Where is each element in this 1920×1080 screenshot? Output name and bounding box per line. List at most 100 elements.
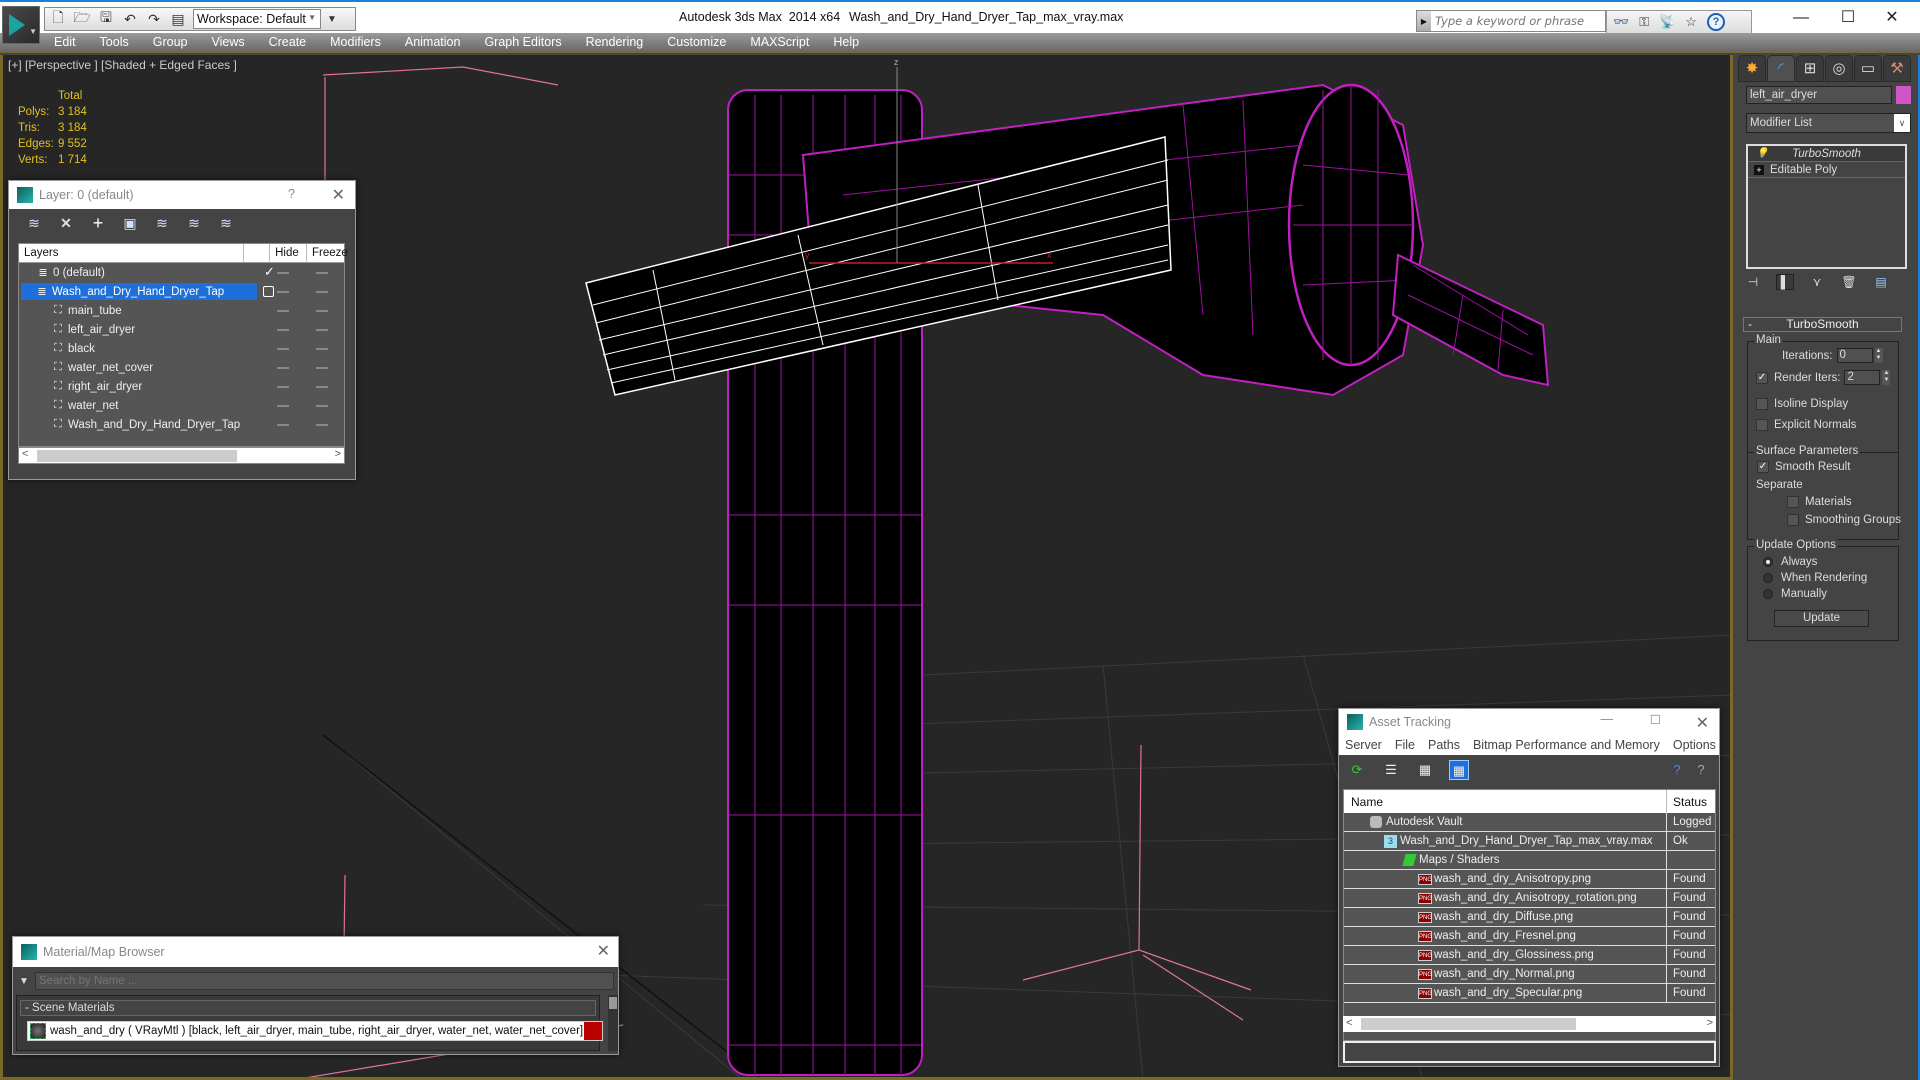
binoculars-icon[interactable]: 👓 <box>1613 14 1629 30</box>
star-icon[interactable]: ☆ <box>1685 14 1697 30</box>
menu-file[interactable]: File <box>1395 738 1415 752</box>
render-iters-input[interactable]: 2 <box>1844 370 1881 385</box>
menu-tools[interactable]: Tools <box>100 35 129 49</box>
hide-toggle[interactable] <box>277 310 289 312</box>
isoline-display-checkbox[interactable] <box>1756 398 1768 410</box>
menu-animation[interactable]: Animation <box>405 35 461 49</box>
hide-toggle[interactable] <box>277 405 289 407</box>
freeze-toggle[interactable] <box>316 310 328 312</box>
materials-checkbox[interactable] <box>1787 496 1799 508</box>
close-button[interactable]: ✕ <box>1872 6 1912 30</box>
update-always-radio[interactable] <box>1763 557 1773 567</box>
table-view-icon[interactable]: ▦ <box>1449 760 1469 780</box>
update-when-rendering-radio[interactable] <box>1763 573 1773 583</box>
project-folder-icon[interactable]: ▤ <box>169 10 187 28</box>
viewport-label-menu[interactable]: [+] [Perspective ] [Shaded + Edged Faces… <box>8 58 237 72</box>
iterations-input[interactable]: 0 <box>1836 348 1873 363</box>
menu-graph-editors[interactable]: Graph Editors <box>484 35 561 49</box>
asset-row[interactable]: PNG wash_and_dry_Glossiness.png Found <box>1344 946 1715 965</box>
add-to-layer-icon[interactable]: + <box>89 214 107 232</box>
menu-bitmap-performance[interactable]: Bitmap Performance and Memory <box>1473 738 1660 752</box>
col-layers[interactable]: Layers <box>19 244 245 262</box>
object-color-swatch[interactable] <box>1896 86 1911 104</box>
vault-help-icon[interactable]: ? <box>1667 760 1687 780</box>
menu-modifiers[interactable]: Modifiers <box>330 35 381 49</box>
scroll-left-icon[interactable]: < <box>22 448 28 460</box>
list-view-icon[interactable]: ☰ <box>1381 760 1401 780</box>
dialog-title-bar[interactable]: Asset Tracking — ☐ ✕ <box>1339 709 1719 735</box>
asset-row[interactable]: 3 Wash_and_Dry_Hand_Dryer_Tap_max_vray.ma… <box>1344 832 1715 851</box>
object-row[interactable]: ⛶ water_net <box>19 396 344 415</box>
thumbnail-view-icon[interactable]: ▦ <box>1415 760 1435 780</box>
object-row[interactable]: ⛶ right_air_dryer <box>19 377 344 396</box>
vertical-scrollbar[interactable] <box>608 995 618 1051</box>
scrollbar-thumb[interactable] <box>37 450 237 462</box>
customize-qa-toolbar-icon[interactable]: ▼ <box>327 14 337 25</box>
dialog-title-bar[interactable]: Layer: 0 (default) ? ✕ <box>9 181 355 209</box>
redo-icon[interactable]: ↷ <box>145 10 163 28</box>
smoothing-groups-checkbox[interactable] <box>1787 514 1799 526</box>
search-by-name-input[interactable] <box>35 972 614 990</box>
object-name-field[interactable] <box>1746 86 1892 104</box>
delete-layer-icon[interactable]: ✕ <box>57 214 75 232</box>
scroll-right-icon[interactable]: > <box>335 448 341 460</box>
object-row[interactable]: ⛶ Wash_and_Dry_Hand_Dryer_Tap <box>19 415 344 434</box>
current-layer-check-icon[interactable]: ✓ <box>264 264 275 280</box>
menu-server[interactable]: Server <box>1345 738 1382 752</box>
scrollbar-thumb[interactable] <box>1361 1018 1576 1030</box>
tab-create-icon[interactable]: ✸ <box>1738 55 1766 82</box>
asset-row[interactable]: PNG wash_and_dry_Fresnel.png Found <box>1344 927 1715 946</box>
close-button[interactable]: ✕ <box>332 185 345 205</box>
object-row[interactable]: ⛶ main_tube <box>19 301 344 320</box>
freeze-toggle[interactable] <box>316 367 328 369</box>
freeze-toggle[interactable] <box>316 291 328 293</box>
horizontal-scrollbar[interactable]: < > <box>18 447 345 464</box>
update-button[interactable]: Update <box>1774 610 1869 627</box>
hide-toggle[interactable] <box>277 348 289 350</box>
tab-utilities-icon[interactable]: ⚒ <box>1883 55 1911 82</box>
remove-modifier-icon[interactable]: 🗑 <box>1840 275 1858 289</box>
menu-customize[interactable]: Customize <box>667 35 726 49</box>
lightbulb-icon[interactable]: 💡 <box>1756 148 1768 159</box>
freeze-toggle[interactable] <box>316 424 328 426</box>
set-current-checkbox[interactable] <box>263 286 274 297</box>
hide-toggle[interactable] <box>277 329 289 331</box>
scroll-right-icon[interactable]: > <box>1707 1017 1713 1029</box>
freeze-toggle[interactable] <box>316 272 328 274</box>
key-icon[interactable]: ⚿ <box>1639 14 1649 30</box>
set-current-layer-icon[interactable]: ≋ <box>185 214 203 232</box>
freeze-toggle[interactable] <box>316 405 328 407</box>
update-manually-radio[interactable] <box>1763 589 1773 599</box>
explicit-normals-checkbox[interactable] <box>1756 419 1768 431</box>
stack-item-editable-poly[interactable]: + Editable Poly <box>1748 162 1905 178</box>
menu-maxscript[interactable]: MAXScript <box>750 35 809 49</box>
hide-toggle[interactable] <box>277 291 289 293</box>
configure-sets-icon[interactable]: ▤ <box>1872 275 1890 289</box>
asset-row[interactable]: Maps / Shaders <box>1344 851 1715 870</box>
layer-row[interactable]: ≣ 0 (default) ✓ <box>19 263 344 282</box>
turbosmooth-rollout-header[interactable]: - TurboSmooth <box>1743 317 1902 332</box>
hide-toggle[interactable] <box>277 272 289 274</box>
object-row[interactable]: ⛶ water_net_cover <box>19 358 344 377</box>
horizontal-scrollbar[interactable]: < > <box>1343 1016 1716 1032</box>
close-button[interactable]: ✕ <box>1696 713 1709 733</box>
show-end-result-icon[interactable]: ▌ <box>1776 274 1794 290</box>
vault-logout-icon[interactable]: ? <box>1691 760 1711 780</box>
new-file-icon[interactable]: 🗋 <box>49 9 67 28</box>
open-file-icon[interactable]: 🗁 <box>73 9 91 28</box>
help-icon[interactable]: ? <box>1706 13 1725 31</box>
search-input[interactable] <box>1431 11 1605 31</box>
close-button[interactable]: ✕ <box>597 941 610 961</box>
spinner-arrows-icon[interactable]: ▲ ▼ <box>1874 348 1883 363</box>
expand-search-icon[interactable]: ▶ <box>1417 11 1431 31</box>
freeze-toggle[interactable] <box>316 329 328 331</box>
tab-modify-icon[interactable]: ◜ <box>1767 55 1795 82</box>
asset-row[interactable]: Autodesk Vault Logged <box>1344 813 1715 832</box>
select-layer-icon[interactable]: ≋ <box>153 214 171 232</box>
menu-options[interactable]: Options <box>1673 738 1716 752</box>
hide-freeze-all-icon[interactable]: ≋ <box>217 214 235 232</box>
hide-toggle[interactable] <box>277 424 289 426</box>
undo-icon[interactable]: ↶ <box>121 10 139 28</box>
tab-hierarchy-icon[interactable]: ⊞ <box>1796 55 1824 82</box>
freeze-toggle[interactable] <box>316 348 328 350</box>
